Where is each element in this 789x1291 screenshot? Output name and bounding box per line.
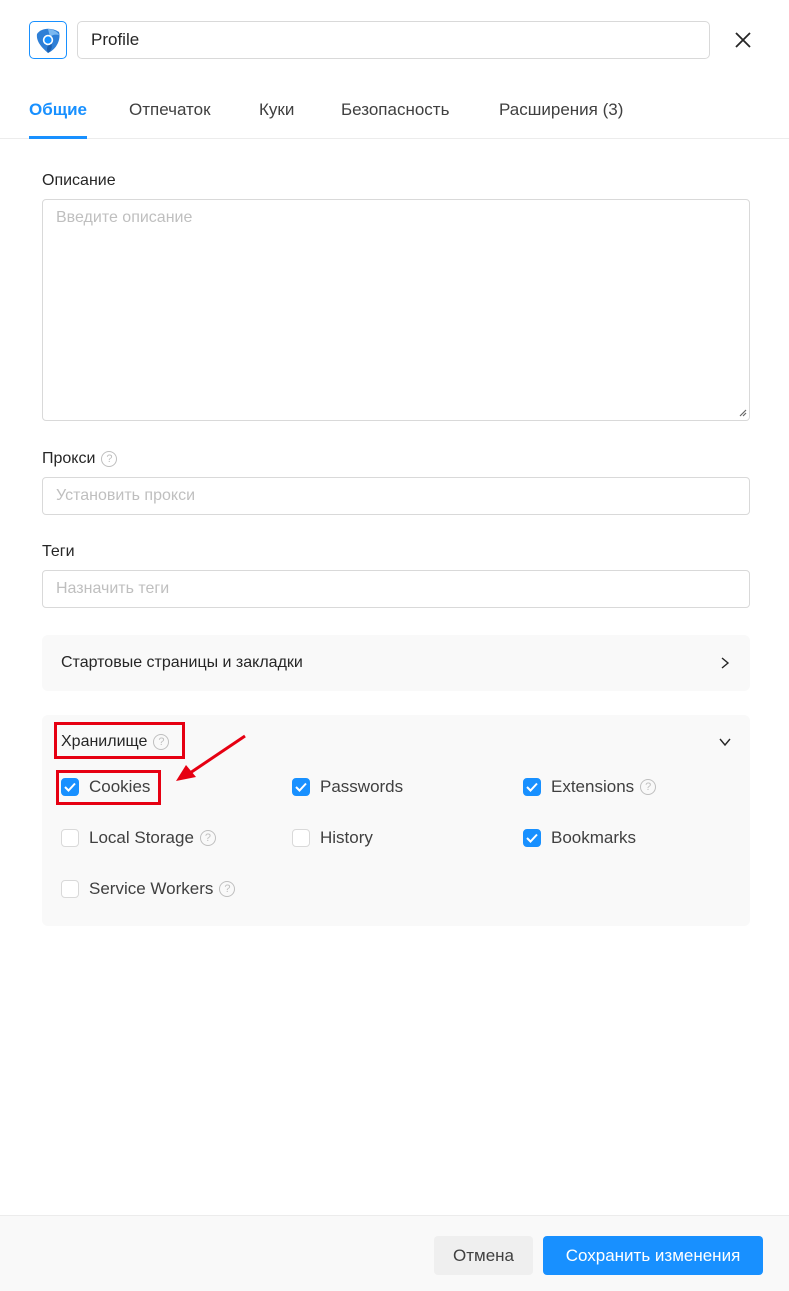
proxy-label-text: Прокси (42, 450, 96, 467)
close-button[interactable] (731, 28, 755, 52)
browser-profile-logo-icon (29, 21, 67, 59)
tags-input[interactable] (42, 570, 750, 608)
checkbox-box[interactable] (292, 778, 310, 796)
checkbox-bookmarks[interactable]: Bookmarks (523, 828, 636, 848)
checkbox-box[interactable] (61, 829, 79, 847)
checkbox-passwords[interactable]: Passwords (292, 777, 403, 797)
tab-fingerprint[interactable]: Отпечаток (129, 100, 211, 120)
checkbox-history[interactable]: History (292, 828, 373, 848)
storage-help-icon[interactable]: ? (153, 734, 170, 750)
description-textarea[interactable] (42, 199, 750, 421)
description-label-text: Описание (42, 172, 116, 189)
footer-bar: Отмена Сохранить изменения (0, 1215, 789, 1291)
tags-label: Теги (42, 543, 75, 561)
local-storage-help-icon[interactable]: ? (199, 830, 216, 846)
tab-bar: Общие Отпечаток Куки Безопасность Расшир… (0, 88, 789, 139)
storage-header[interactable]: Хранилище ? (61, 733, 170, 751)
storage-panel: Хранилище ? Cookies Passwords Extensions… (42, 715, 750, 926)
checkbox-label: History (320, 828, 373, 847)
cancel-button[interactable]: Отмена (434, 1236, 533, 1275)
save-changes-button[interactable]: Сохранить изменения (543, 1236, 763, 1275)
tab-extensions[interactable]: Расширения (3) (499, 100, 623, 120)
tab-security[interactable]: Безопасность (341, 100, 449, 120)
profile-header (0, 0, 789, 80)
checkbox-box[interactable] (61, 880, 79, 898)
tags-label-text: Теги (42, 543, 75, 560)
checkbox-box[interactable] (523, 778, 541, 796)
profile-name-input[interactable] (77, 21, 710, 59)
extensions-help-icon[interactable]: ? (640, 779, 657, 795)
proxy-label: Прокси ? (42, 450, 118, 468)
chevron-down-icon[interactable] (718, 735, 732, 749)
proxy-help-icon[interactable]: ? (101, 451, 118, 467)
checkbox-label: Passwords (320, 777, 404, 796)
close-icon (735, 32, 751, 48)
tab-cookies[interactable]: Куки (259, 100, 294, 120)
checkbox-label: Cookies (89, 777, 151, 796)
checkbox-local-storage[interactable]: Local Storage ? (61, 828, 216, 848)
checkbox-label: Extensions (551, 777, 635, 796)
checkbox-label: Bookmarks (551, 828, 637, 847)
checkbox-cookies[interactable]: Cookies (61, 777, 150, 797)
checkbox-label: Service Workers (89, 879, 214, 898)
tab-general[interactable]: Общие (29, 100, 87, 120)
service-workers-help-icon[interactable]: ? (219, 881, 236, 897)
description-label: Описание (42, 172, 116, 190)
start-pages-title: Стартовые страницы и закладки (61, 654, 303, 671)
checkbox-box[interactable] (61, 778, 79, 796)
checkbox-extensions[interactable]: Extensions ? (523, 777, 657, 797)
start-pages-panel[interactable]: Стартовые страницы и закладки (42, 635, 750, 691)
chevron-right-icon (721, 657, 730, 669)
storage-title: Хранилище (61, 733, 148, 750)
checkbox-box[interactable] (292, 829, 310, 847)
resize-grip-icon[interactable] (738, 408, 747, 417)
checkbox-service-workers[interactable]: Service Workers ? (61, 879, 236, 899)
proxy-input[interactable] (42, 477, 750, 515)
checkbox-box[interactable] (523, 829, 541, 847)
active-tab-indicator (29, 136, 87, 139)
checkbox-label: Local Storage (89, 828, 194, 847)
